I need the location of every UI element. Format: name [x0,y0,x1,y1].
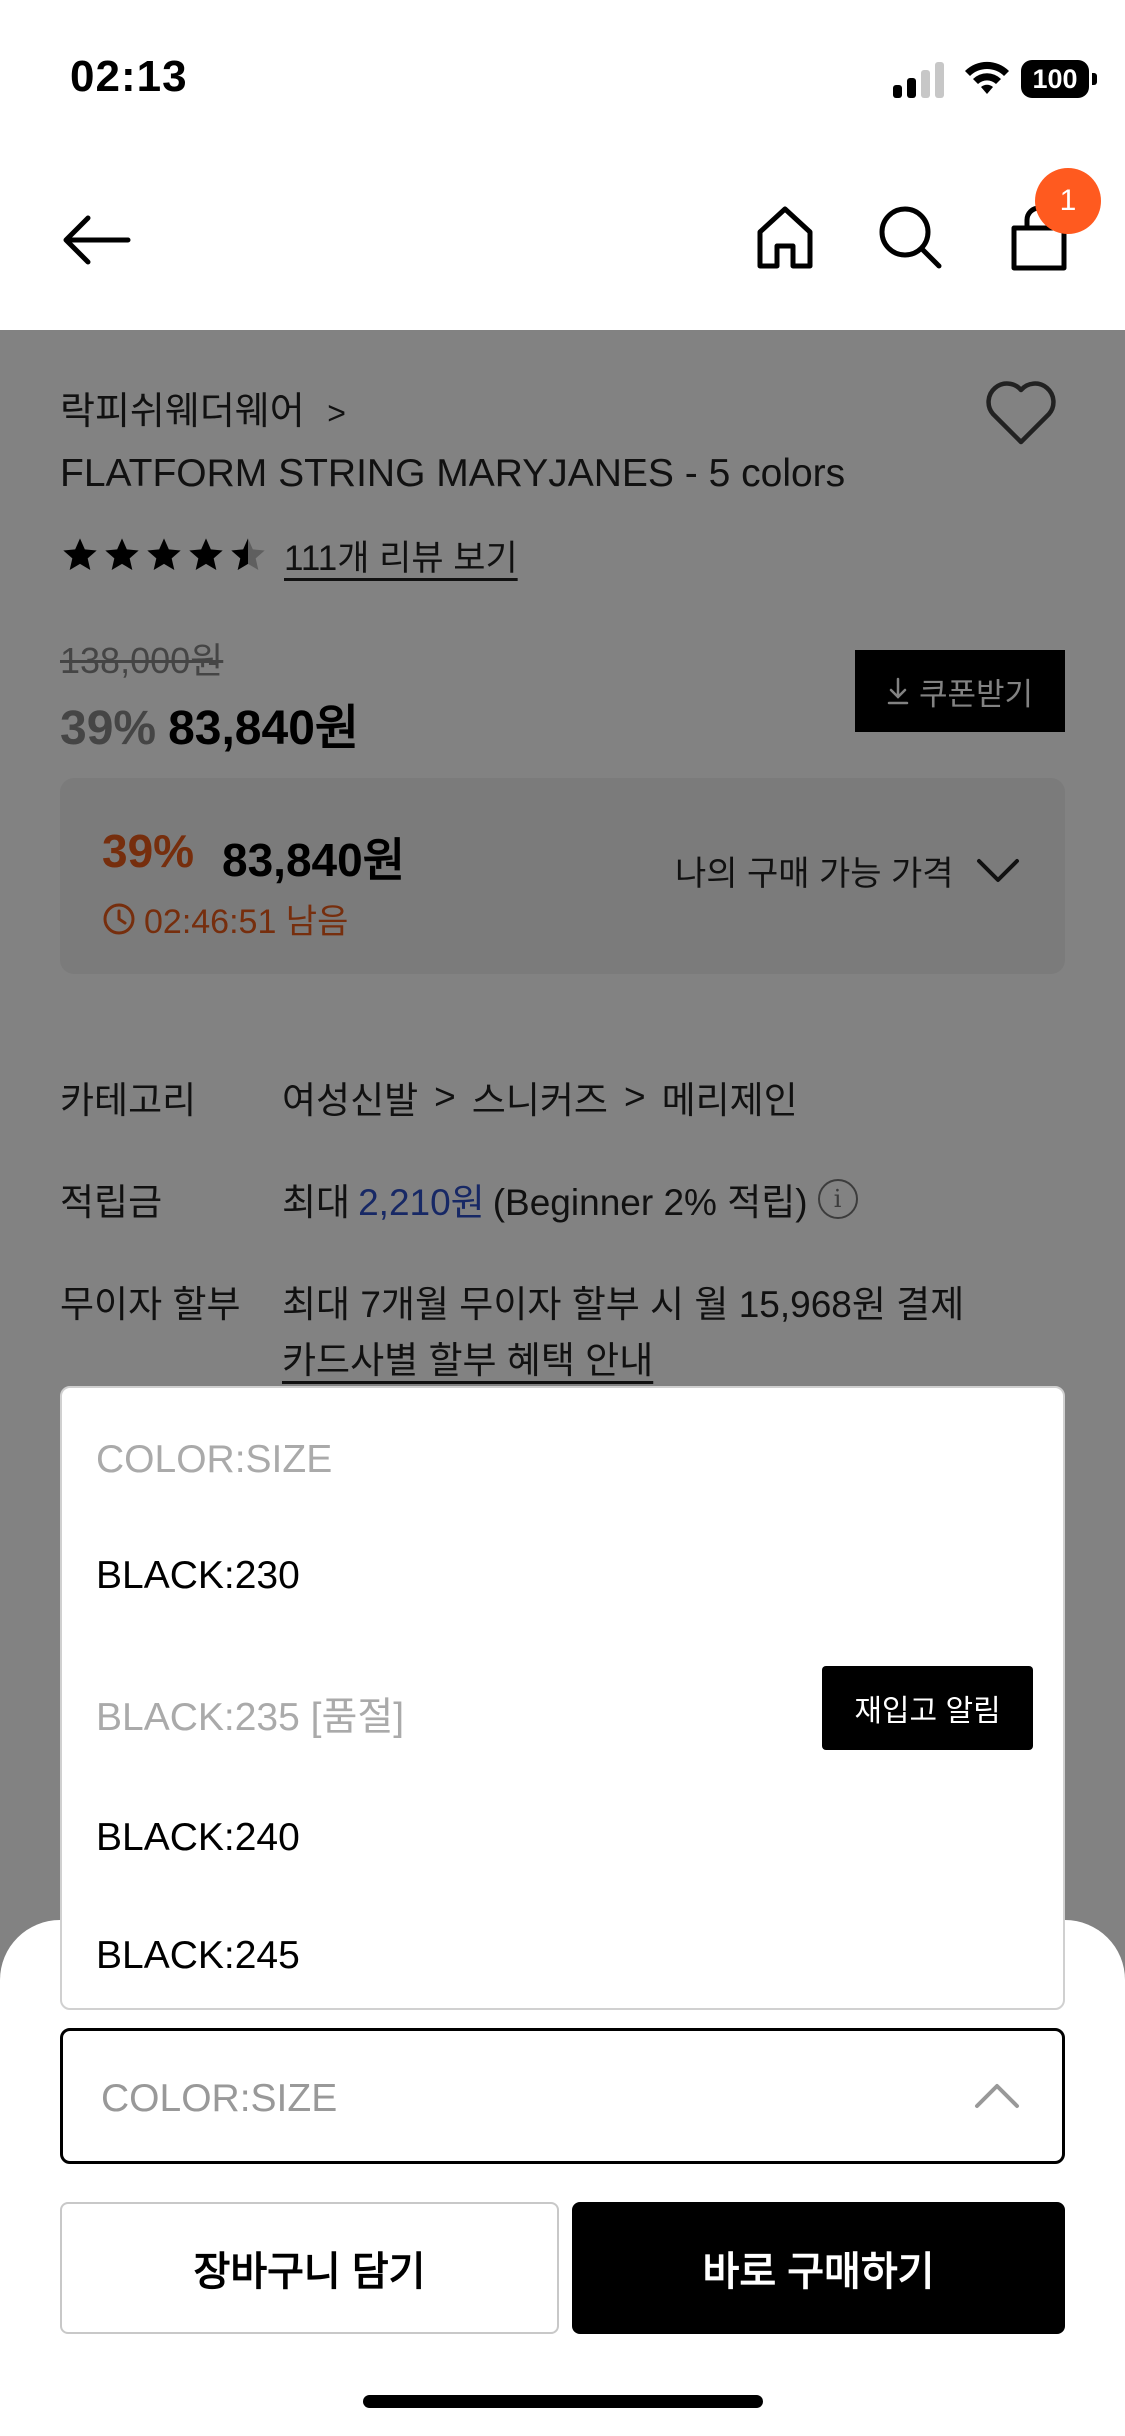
add-to-cart-button[interactable]: 장바구니 담기 [60,2202,559,2334]
battery-icon: 100 [1021,60,1097,98]
nav-header [0,150,1125,330]
wifi-icon [965,61,1009,94]
home-indicator [363,2395,763,2408]
option-placeholder: COLOR:SIZE [96,1438,333,1481]
back-arrow-icon[interactable] [58,212,132,268]
signal-icon [893,62,945,98]
buy-now-button[interactable]: 바로 구매하기 [572,2202,1065,2334]
option-item-soldout: BLACK:235 [품절] [96,1696,405,1739]
chevron-up-icon [975,2084,1019,2108]
cart-count-badge: 1 [1035,168,1101,234]
option-item[interactable]: BLACK:230 [96,1554,300,1598]
option-select[interactable]: COLOR:SIZE [60,2028,1065,2164]
option-select-value: COLOR:SIZE [101,2077,338,2120]
status-time: 02:13 [70,52,188,101]
status-bar: 02:13 100 [0,0,1125,150]
restock-alert-button[interactable]: 재입고 알림 [822,1666,1033,1750]
option-dropdown-list: COLOR:SIZE BLACK:230 BLACK:235 [품절] 재입고 … [60,1386,1065,2010]
option-item[interactable]: BLACK:245 [96,1934,300,1978]
search-icon[interactable] [877,204,943,270]
home-icon[interactable] [755,204,815,270]
option-item[interactable]: BLACK:240 [96,1816,300,1860]
